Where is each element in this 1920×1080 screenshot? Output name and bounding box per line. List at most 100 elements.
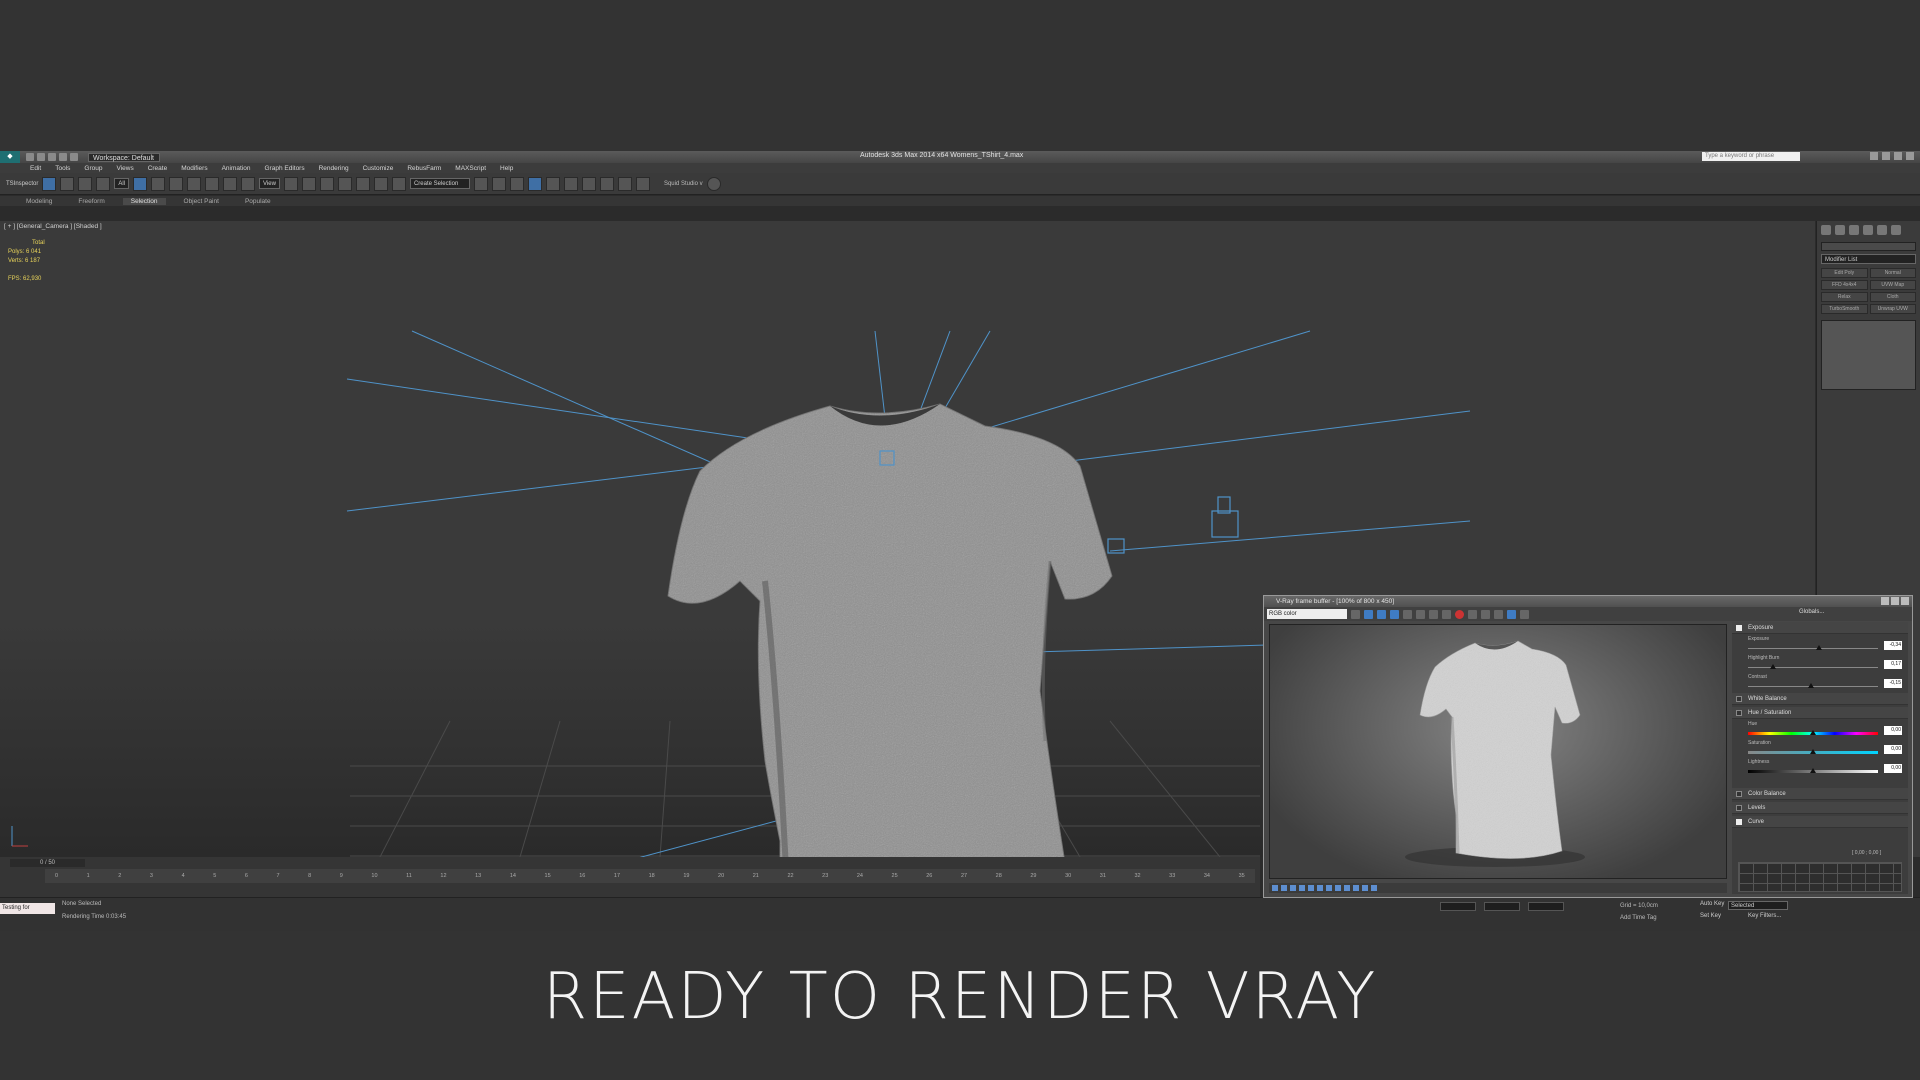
hue-slider[interactable] bbox=[1810, 730, 1816, 735]
ribbon-tab-freeform[interactable]: Freeform bbox=[70, 198, 112, 205]
maximize-icon[interactable] bbox=[1894, 152, 1902, 160]
vfb-tool-icon[interactable] bbox=[1272, 885, 1278, 891]
create-tab-icon[interactable] bbox=[1821, 225, 1831, 235]
graphite-ribbon-icon[interactable] bbox=[527, 176, 542, 191]
app-logo-icon[interactable]: ◆ bbox=[0, 151, 20, 163]
schematic-icon[interactable] bbox=[563, 176, 578, 191]
display-tab-icon[interactable] bbox=[1877, 225, 1887, 235]
contrast-slider[interactable] bbox=[1808, 683, 1814, 688]
menu-help[interactable]: Help bbox=[500, 165, 513, 172]
vfb-tool-icon[interactable] bbox=[1308, 885, 1314, 891]
object-name-field[interactable] bbox=[1821, 242, 1916, 251]
menu-edit[interactable]: Edit bbox=[30, 165, 41, 172]
modifier-list-dropdown[interactable]: Modifier List bbox=[1821, 254, 1916, 264]
lightness-value[interactable]: 0,00 bbox=[1884, 764, 1902, 773]
vfb-tool-icon[interactable] bbox=[1371, 885, 1377, 891]
new-file-icon[interactable] bbox=[26, 153, 34, 161]
render-setup-icon[interactable] bbox=[599, 176, 614, 191]
spinner-snap-icon[interactable] bbox=[373, 176, 388, 191]
manipulate-icon[interactable] bbox=[301, 176, 316, 191]
minimize-icon[interactable] bbox=[1881, 597, 1889, 605]
mono-icon[interactable] bbox=[1416, 609, 1425, 619]
curve-editor-icon[interactable] bbox=[545, 176, 560, 191]
mirror-icon[interactable] bbox=[473, 176, 488, 191]
menu-rendering[interactable]: Rendering bbox=[319, 165, 349, 172]
menu-group[interactable]: Group bbox=[84, 165, 102, 172]
blue-channel-icon[interactable] bbox=[1390, 609, 1399, 619]
channel-dropdown[interactable]: RGB color bbox=[1267, 609, 1347, 619]
highlight-burn-value[interactable]: 0,17 bbox=[1884, 660, 1902, 669]
selection-filter-dropdown[interactable]: All bbox=[114, 178, 130, 189]
vfb-tool-icon[interactable] bbox=[1317, 885, 1323, 891]
angle-snap-icon[interactable] bbox=[337, 176, 352, 191]
z-coordinate-field[interactable] bbox=[1528, 902, 1564, 911]
menu-tools[interactable]: Tools bbox=[55, 165, 70, 172]
mod-turbosmooth-button[interactable]: TurboSmooth bbox=[1821, 304, 1868, 314]
key-filters-button[interactable]: Key Filters... bbox=[1748, 913, 1781, 919]
color-balance-rollout[interactable]: Color Balance bbox=[1732, 788, 1908, 800]
save-file-icon[interactable] bbox=[48, 153, 56, 161]
color-icon[interactable] bbox=[1351, 609, 1360, 619]
exposure-slider[interactable] bbox=[1816, 645, 1822, 650]
ribbon-tab-modeling[interactable]: Modeling bbox=[18, 198, 60, 205]
vfb-tool-icon[interactable] bbox=[1353, 885, 1359, 891]
unlink-icon[interactable] bbox=[78, 176, 93, 191]
percent-snap-icon[interactable] bbox=[355, 176, 370, 191]
mod-relax-button[interactable]: Relax bbox=[1821, 292, 1868, 302]
set-key-button[interactable]: Set Key bbox=[1700, 913, 1721, 919]
snap-icon[interactable] bbox=[319, 176, 334, 191]
vfb-tool-icon[interactable] bbox=[1344, 885, 1350, 891]
clear-icon[interactable] bbox=[1507, 609, 1516, 619]
help-icon[interactable] bbox=[1870, 152, 1878, 160]
maximize-icon[interactable] bbox=[1891, 597, 1899, 605]
y-coordinate-field[interactable] bbox=[1484, 902, 1520, 911]
rotate-icon[interactable] bbox=[223, 176, 238, 191]
saturation-slider[interactable] bbox=[1810, 749, 1816, 754]
x-coordinate-field[interactable] bbox=[1440, 902, 1476, 911]
mod-uvw-map-button[interactable]: UVW Map bbox=[1869, 280, 1916, 290]
modify-tab-icon[interactable] bbox=[1835, 225, 1845, 235]
modifier-stack[interactable] bbox=[1821, 320, 1916, 390]
exposure-checkbox[interactable] bbox=[1736, 625, 1742, 631]
alpha-icon[interactable] bbox=[1403, 609, 1412, 619]
menu-rebusfarm[interactable]: RebusFarm bbox=[407, 165, 441, 172]
vfb-tool-icon[interactable] bbox=[1362, 885, 1368, 891]
link-icon[interactable] bbox=[60, 176, 75, 191]
key-selection-dropdown[interactable]: Selected bbox=[1728, 901, 1788, 910]
mod-unwrap-uvw-button[interactable]: Unwrap UVW bbox=[1869, 304, 1916, 314]
align-icon[interactable] bbox=[491, 176, 506, 191]
vfb-tool-icon[interactable] bbox=[1281, 885, 1287, 891]
menu-animation[interactable]: Animation bbox=[222, 165, 251, 172]
rendered-frame-icon[interactable] bbox=[617, 176, 632, 191]
region-icon[interactable] bbox=[1468, 609, 1477, 619]
auto-key-button[interactable]: Auto Key bbox=[1700, 901, 1724, 907]
vfb-tool-icon[interactable] bbox=[1335, 885, 1341, 891]
workspace-dropdown[interactable]: Workspace: Default bbox=[88, 152, 160, 162]
select-object-icon[interactable] bbox=[133, 176, 148, 191]
undo-icon[interactable] bbox=[59, 153, 67, 161]
pivot-icon[interactable] bbox=[283, 176, 298, 191]
curve-rollout[interactable]: Curve bbox=[1732, 816, 1908, 828]
menu-graph-editors[interactable]: Graph Editors bbox=[265, 165, 305, 172]
vfb-tool-icon[interactable] bbox=[1299, 885, 1305, 891]
menu-views[interactable]: Views bbox=[116, 165, 133, 172]
hue-value[interactable]: 0,00 bbox=[1884, 726, 1902, 735]
redo-icon[interactable] bbox=[70, 153, 78, 161]
material-editor-icon[interactable] bbox=[581, 176, 596, 191]
maxscript-listener[interactable]: Testing for bbox=[0, 903, 55, 914]
time-slider[interactable]: 0 / 50 bbox=[10, 859, 85, 867]
highlight-burn-slider[interactable] bbox=[1770, 664, 1776, 669]
link-icon[interactable] bbox=[1494, 609, 1503, 619]
exposure-value[interactable]: -0,34 bbox=[1884, 641, 1902, 650]
ribbon-tab-selection[interactable]: Selection bbox=[122, 197, 166, 205]
menu-customize[interactable]: Customize bbox=[363, 165, 394, 172]
search-input[interactable]: Type a keyword or phrase bbox=[1702, 152, 1800, 161]
white-balance-rollout[interactable]: White Balance bbox=[1732, 693, 1908, 705]
inspector-icon[interactable] bbox=[42, 176, 57, 191]
add-time-tag[interactable]: Add Time Tag bbox=[1620, 915, 1657, 921]
ribbon-tab-object-paint[interactable]: Object Paint bbox=[176, 198, 227, 205]
mod-cloth-button[interactable]: Cloth bbox=[1869, 292, 1916, 302]
hue-saturation-checkbox[interactable] bbox=[1736, 710, 1742, 716]
vfb-tool-icon[interactable] bbox=[1326, 885, 1332, 891]
render-last-icon[interactable] bbox=[1520, 609, 1529, 619]
